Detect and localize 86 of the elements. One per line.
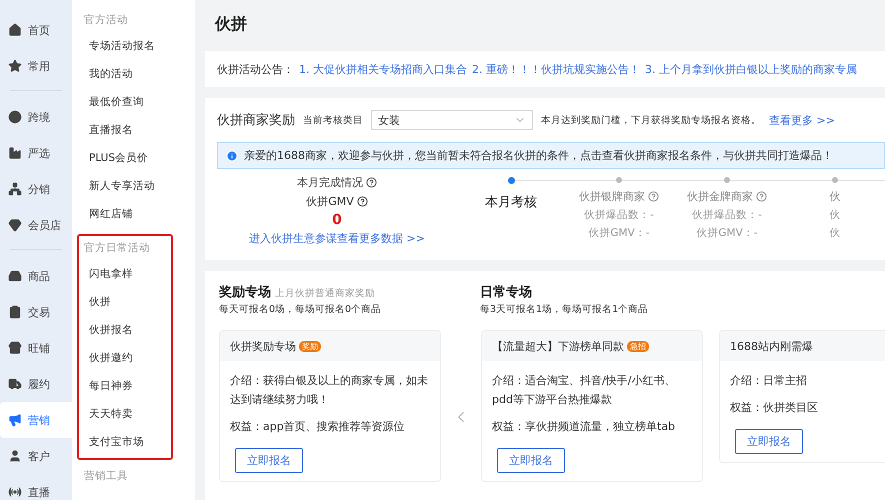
network-icon bbox=[8, 182, 22, 196]
nav-item[interactable]: 旺铺 bbox=[0, 330, 68, 366]
nav-item[interactable]: 跨境 bbox=[0, 99, 68, 135]
step-metric: 伙拼GMV：- bbox=[696, 226, 758, 240]
menu-item[interactable]: 新人专享活动 bbox=[79, 172, 171, 200]
card-benefit: 权益：享伙拼频道流量，独立榜单tab bbox=[492, 419, 676, 435]
nav-item[interactable]: 严选 bbox=[0, 135, 68, 171]
nav-item[interactable]: 履约 bbox=[0, 366, 68, 402]
card-title: 1688站内刚需爆 bbox=[730, 338, 813, 354]
announcement-link[interactable]: 3. 上个月拿到伙拼白银以上奖励的商家专属 bbox=[645, 62, 857, 76]
help-icon[interactable] bbox=[366, 177, 377, 188]
announcement-link[interactable]: 2. 重磅！！！伙拼坑规实施公告！ bbox=[472, 62, 640, 76]
nav-item[interactable]: 常用 bbox=[0, 48, 68, 84]
category-label: 当前考核类目 bbox=[303, 114, 363, 126]
nav-item[interactable]: 交易 bbox=[0, 294, 68, 330]
nav-item[interactable]: 直播 bbox=[0, 474, 68, 500]
megaphone-icon bbox=[8, 413, 22, 427]
nav-item[interactable]: 营销 bbox=[0, 402, 72, 438]
menu-item[interactable]: PLUS会员价 bbox=[79, 144, 171, 172]
menu-item[interactable]: 天天特卖 bbox=[79, 400, 171, 428]
data-link[interactable]: 进入伙拼生意参谋查看更多数据 >> bbox=[249, 231, 425, 246]
menu-item[interactable]: 网红店铺 bbox=[79, 200, 171, 228]
menu-section-title: 营销工具 bbox=[83, 469, 129, 484]
zone-title: 日常专场 bbox=[480, 284, 532, 301]
menu-section-title: 官方日常活动 bbox=[83, 241, 151, 256]
category-select[interactable]: 女装 bbox=[371, 110, 533, 130]
step-title: 伙拼金牌商家 bbox=[687, 189, 753, 204]
nav-item[interactable]: 首页 bbox=[0, 12, 68, 48]
announcement-label: 伙拼活动公告： bbox=[217, 62, 294, 76]
menu-item[interactable]: 闪电拿样 bbox=[79, 260, 171, 288]
zone-description: 每天可报名0场，每场可报名0个商品 bbox=[219, 303, 382, 316]
section-title: 伙拼商家奖励 bbox=[217, 112, 295, 129]
step-title: 本月考核 bbox=[485, 194, 537, 211]
gem-icon bbox=[8, 218, 22, 232]
menu-item[interactable]: 支付宝市场 bbox=[79, 428, 171, 456]
page-title: 伙拼 bbox=[214, 14, 248, 35]
card-intro: 介绍：日常主招 bbox=[730, 373, 808, 389]
zone-description: 每3天可报名1场，每场可报名1个商品 bbox=[480, 303, 650, 316]
gmv-label: 伙拼GMV bbox=[306, 194, 354, 209]
step-metric: 伙拼爆品数：- bbox=[692, 208, 762, 222]
help-icon[interactable] bbox=[356, 196, 368, 207]
nav-item[interactable]: 商品 bbox=[0, 258, 68, 294]
info-text: 亲爱的1688商家，欢迎参与伙拼，您当前暂未符合报名伙拼的条件，点击查看伙拼商家报名条件，与伙拼共同打造爆品！ bbox=[244, 148, 833, 163]
step-title: 伙拼银牌商家 bbox=[579, 189, 645, 204]
zone-subtitle: 上月伙拼普通商家奖励 bbox=[275, 287, 375, 300]
step-metric: 伙拼爆品数：- bbox=[584, 208, 654, 222]
card-intro: 介绍：适合淘宝、抖音/快手/小红书、pdd等下游平台热推爆款 bbox=[492, 373, 676, 408]
menu-item[interactable]: 我的活动 bbox=[79, 60, 171, 88]
nav-item[interactable]: 会员店 bbox=[0, 207, 68, 243]
menu-item[interactable]: 直播报名 bbox=[79, 116, 171, 144]
card-title: 伙拼奖励专场 bbox=[230, 338, 296, 354]
info-icon bbox=[226, 150, 238, 162]
menu-item[interactable]: 伙拼 bbox=[79, 288, 171, 316]
reward-note: 本月达到奖励门槛，下月获得奖励专场报名资格。 bbox=[541, 114, 761, 126]
gmv-value: 0 bbox=[332, 213, 342, 227]
menu-section-title: 官方活动 bbox=[83, 13, 129, 28]
card-benefit: 权益：app首页、搜索推荐等资源位 bbox=[230, 419, 406, 435]
step-metric: 伙 bbox=[830, 208, 840, 222]
menu-item[interactable]: 伙拼报名 bbox=[79, 316, 171, 344]
menu-item[interactable]: 最低价查询 bbox=[79, 88, 171, 116]
menu-item[interactable]: 伙拼邀约 bbox=[79, 344, 171, 372]
progress-label: 本月完成情况 bbox=[297, 175, 363, 190]
tag-badge: 奖励 bbox=[299, 340, 321, 352]
star-icon bbox=[8, 59, 22, 73]
card-intro: 介绍：获得白银及以上的商家专属，如未达到请继续努力哦！ bbox=[230, 373, 429, 408]
step-title: 伙 bbox=[830, 189, 840, 204]
user-icon bbox=[8, 449, 22, 463]
card-title: 【流量超大】下游榜单同款 bbox=[492, 338, 624, 354]
zone-title: 奖励专场 bbox=[219, 284, 271, 301]
signup-button[interactable]: 立即报名 bbox=[235, 448, 303, 473]
nav-item[interactable]: 分销 bbox=[0, 171, 68, 207]
factory-icon bbox=[8, 146, 22, 160]
menu-item[interactable]: 每日神券 bbox=[79, 372, 171, 400]
tag-badge: 急招 bbox=[627, 340, 649, 352]
announcement-link[interactable]: 1. 大促伙拼相关专场招商入口集合 bbox=[299, 62, 467, 76]
home-icon bbox=[8, 23, 22, 37]
truck-icon bbox=[8, 377, 22, 391]
card-benefit: 权益：伙拼类目区 bbox=[730, 400, 819, 416]
menu-item[interactable]: 专场活动报名 bbox=[79, 32, 171, 60]
signup-button[interactable]: 立即报名 bbox=[735, 429, 803, 454]
nav-item[interactable]: 客户 bbox=[0, 438, 68, 474]
more-link[interactable]: 查看更多 >> bbox=[769, 112, 835, 128]
step-metric: 伙 bbox=[830, 226, 840, 240]
signup-button[interactable]: 立即报名 bbox=[497, 448, 565, 473]
step-metric: 伙拼GMV：- bbox=[588, 226, 650, 240]
broadcast-icon bbox=[8, 485, 22, 499]
